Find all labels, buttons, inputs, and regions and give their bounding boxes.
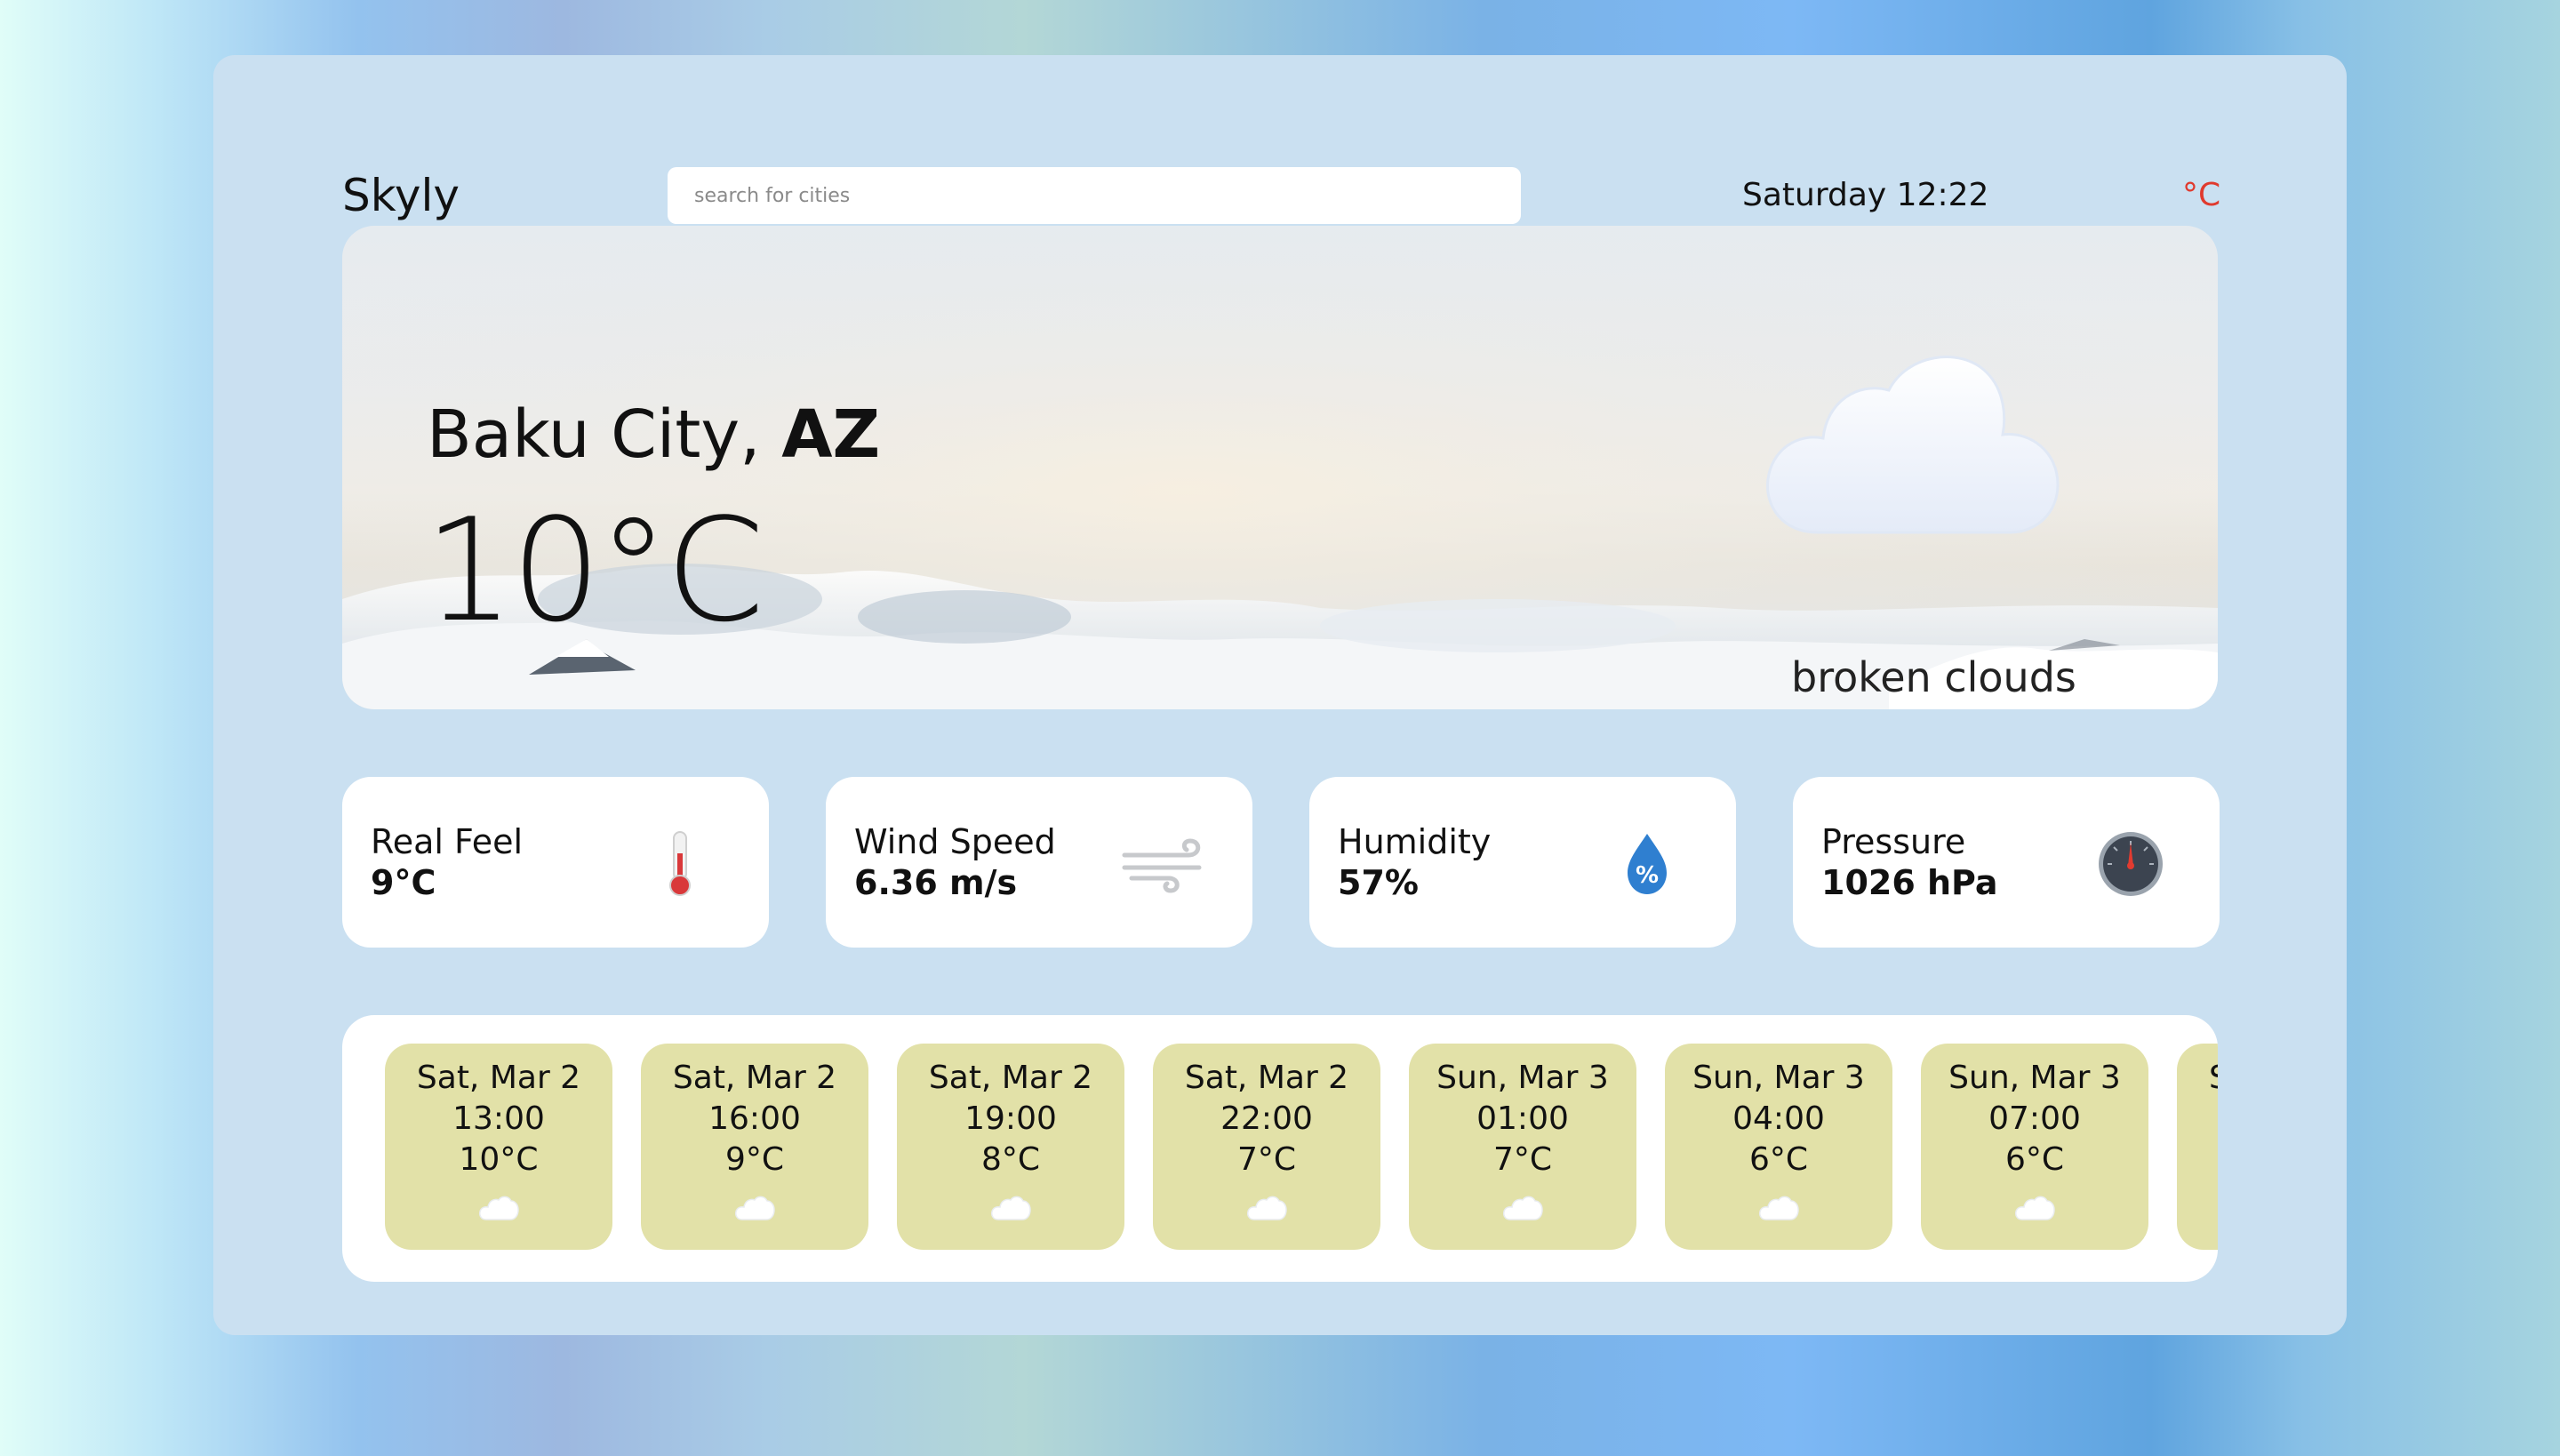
forecast-slot: Sat, Mar 2 19:00 8°C [897,1044,1124,1250]
brand-logo: Skyly [342,170,460,221]
humidity-card: Humidity 57% % [1309,777,1736,948]
city-label: Baku City, [427,396,761,473]
forecast-temp: 6°C [2004,1141,2065,1178]
app-panel: Skyly Saturday 12:22 °C [213,55,2347,1335]
forecast-date: Sat, Mar 2 [928,1060,1093,1096]
forecast-slot: S [2177,1044,2218,1250]
cloud-icon [1766,356,2060,534]
current-weather-hero: Baku City, AZ 10°C broken clouds [342,226,2218,709]
forecast-temp: 8°C [980,1141,1041,1178]
forecast-temp: 10°C [459,1141,539,1178]
forecast-time: 19:00 [964,1100,1057,1137]
stat-label: Humidity [1338,822,1492,861]
forecast-time: 01:00 [1476,1100,1569,1137]
city-name: Baku City, AZ [427,395,880,475]
current-temperature: 10°C [424,487,764,653]
forecast-slot: Sat, Mar 2 16:00 9°C [641,1044,868,1250]
pressure-card: Pressure 1026 hPa [1793,777,2220,948]
current-datetime: Saturday 12:22 [1742,177,1989,213]
header: Skyly Saturday 12:22 °C [213,55,2347,233]
forecast-slot: Sun, Mar 3 01:00 7°C [1409,1044,1636,1250]
stat-label: Pressure [1821,822,1966,861]
pressure-gauge-icon [2099,832,2163,896]
humidity-drop-icon: % [1628,834,1667,894]
stat-value: 6.36 m/s [854,863,1018,902]
cloud-icon [735,1196,775,1220]
unit-toggle-button[interactable]: °C [2182,176,2220,215]
wind-speed-card: Wind Speed 6.36 m/s [826,777,1252,948]
forecast-slot: Sat, Mar 2 13:00 10°C [385,1044,612,1250]
weather-description: broken clouds [1791,653,2076,701]
forecast-date: Sun, Mar 3 [1692,1060,1865,1096]
stat-label: Real Feel [371,822,524,861]
stat-value: 1026 hPa [1821,863,1998,902]
forecast-time: 16:00 [708,1100,801,1137]
forecast-date: Sat, Mar 2 [1184,1060,1349,1096]
forecast-time: 22:00 [1220,1100,1313,1137]
stat-label: Wind Speed [854,822,1056,861]
thermometer-icon [669,831,691,896]
forecast-time: 04:00 [1732,1100,1825,1137]
forecast-date: Sun, Mar 3 [1948,1060,2121,1096]
forecast-temp: 6°C [1748,1141,1809,1178]
forecast-time: 07:00 [1988,1100,2081,1137]
cloud-icon [1759,1196,1799,1220]
hourly-forecast-strip[interactable]: Sat, Mar 2 13:00 10°C Sat, Mar 2 16:00 9… [342,1015,2218,1282]
forecast-date: Sun, Mar 3 [1436,1060,1609,1096]
cloud-icon [991,1196,1031,1220]
city-search-input[interactable] [668,167,1521,224]
forecast-date: S [2177,1058,2218,1099]
forecast-date: Sat, Mar 2 [416,1060,581,1096]
wind-icon [1122,838,1202,893]
forecast-temp: 7°C [1236,1141,1297,1178]
cloud-icon [1247,1196,1287,1220]
cloud-icon [2015,1196,2055,1220]
forecast-slot: Sat, Mar 2 22:00 7°C [1153,1044,1380,1250]
forecast-time: 13:00 [452,1100,545,1137]
forecast-temp: 9°C [724,1141,785,1178]
forecast-date: Sat, Mar 2 [672,1060,837,1096]
cloud-icon [479,1196,519,1220]
stat-value: 9°C [371,863,436,902]
cloud-icon [1503,1196,1543,1220]
forecast-temp: 7°C [1492,1141,1553,1178]
forecast-slot: Sun, Mar 3 04:00 6°C [1665,1044,1892,1250]
real-feel-card: Real Feel 9°C [342,777,769,948]
forecast-slot: Sun, Mar 3 07:00 6°C [1921,1044,2148,1250]
country-code: AZ [781,396,881,473]
stat-value: 57% [1338,863,1419,902]
svg-text:%: % [1636,862,1659,889]
